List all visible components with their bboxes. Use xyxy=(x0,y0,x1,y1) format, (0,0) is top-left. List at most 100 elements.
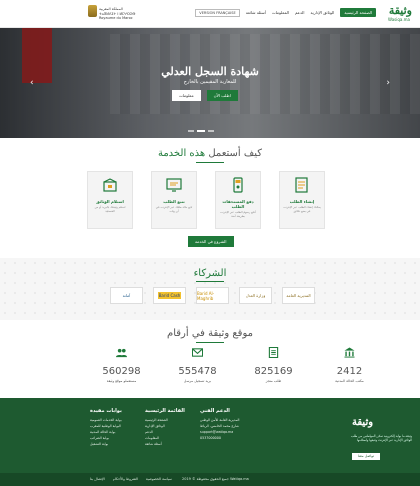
footer-bottom-links: الإتصال بنا الشروط والأحكام سياسة الخصوص… xyxy=(90,477,172,481)
partners-list: أمانة Barid Cash Barid Al-Maghrib وزارة … xyxy=(110,287,315,304)
stat-offices: 2412 مكتب الحالة المدنية xyxy=(329,347,370,383)
watiqa-logo[interactable]: وثيقة Wasiqa.ma xyxy=(382,4,412,24)
partner-name: المديرية العامة xyxy=(286,293,311,298)
title-underline xyxy=(196,162,224,163)
stat-mail: 555478 بريد تسجيل مرسل xyxy=(177,347,218,383)
partner-name: وزارة العدل xyxy=(245,293,266,298)
info-button[interactable]: معلومات xyxy=(172,90,201,101)
site-footer: وثيقة وثيقة.ما بوابة إلكترونية تمكن المو… xyxy=(0,398,420,486)
site-header: وثيقة Wasiqa.ma الصفحة الرئيسية الوثائق … xyxy=(0,0,420,28)
footer-bottom-link[interactable]: الإتصال بنا xyxy=(90,477,105,481)
how-title-accent: هذه الخدمة xyxy=(157,148,209,159)
footer-link[interactable]: بوابة التشغيل xyxy=(90,441,122,447)
nav-item-support[interactable]: الدعم xyxy=(295,10,304,15)
footer-col-title: القائمة الرئيسية xyxy=(145,408,185,414)
step-card-track: تتبع الطلب تابع حالة طلبك عبر الإنترنت ف… xyxy=(151,171,197,229)
logo-sub: Wasiqa.ma xyxy=(388,17,410,22)
stat-label: بريد تسجيل مرسل xyxy=(183,379,212,383)
stat-number: 2412 xyxy=(336,366,363,377)
stats-list: 560298 مستعملو موقع وثيقة 555478 بريد تس… xyxy=(101,346,370,383)
step-title: استلام الوثائق xyxy=(96,199,124,204)
next-arrow-icon[interactable]: › xyxy=(386,78,390,88)
footer-bottom-link[interactable]: الشروط والأحكام xyxy=(113,477,138,481)
step-desc: استلم وثيقتك بالبريد أو من القنصلية xyxy=(94,205,126,213)
nav-item-info[interactable]: المعلومات xyxy=(272,10,289,15)
step-title: دفع المستحقات الطلب xyxy=(222,199,254,209)
nav-item-faq[interactable]: أسئلة شائعة xyxy=(246,10,266,15)
stats-title-text: موقع وثيقة في أرقام xyxy=(167,328,253,339)
title-underline xyxy=(196,342,224,343)
contact-button[interactable]: تواصل معنا xyxy=(352,453,380,460)
footer-description: وثيقة.ما بوابة إلكترونية تمكن المواطنين … xyxy=(350,434,412,442)
step-desc: تابع حالة طلبك عبر الإنترنت في أي وقت xyxy=(155,205,193,213)
stat-requests: 825169 طلب منجز xyxy=(253,346,294,383)
partner-logo[interactable]: وزارة العدل xyxy=(239,287,272,304)
step-title: إنشاء الطلب xyxy=(289,199,315,204)
stat-label: طلب منجز xyxy=(265,379,282,383)
steps-list: استلام الوثائق استلم وثيقتك بالبريد أو م… xyxy=(87,171,325,229)
logo-mark: وثيقة xyxy=(388,4,412,17)
footer-col-title: الدعم الفني xyxy=(200,408,230,414)
language-button[interactable]: VERSION FRANÇAISE xyxy=(195,8,240,17)
nav-item-home[interactable]: الصفحة الرئيسية xyxy=(340,8,376,17)
partner-name: Barid Cash xyxy=(157,292,182,299)
partner-name: أمانة xyxy=(122,293,131,298)
partners-title: الشركاء xyxy=(0,268,420,279)
partner-logo[interactable]: المديرية العامة xyxy=(282,287,315,304)
step-desc: أدفع رسوم الطلب عبر الإنترنت بطريقة آمنة xyxy=(220,210,256,218)
footer-bottom-bar: الإتصال بنا الشروط والأحكام سياسة الخصوص… xyxy=(0,473,420,486)
footer-col-title: بوابات مفيدة xyxy=(90,408,122,414)
stats-title: موقع وثيقة في أرقام xyxy=(0,328,420,339)
step-card-receive: استلام الوثائق استلم وثيقتك بالبريد أو م… xyxy=(87,171,133,229)
stat-number: 555478 xyxy=(178,366,217,377)
hero-slider: شهادة السجل العدلي للمغاربة المقيمين بال… xyxy=(0,28,420,138)
title-underline xyxy=(196,281,224,282)
partner-logo[interactable]: أمانة xyxy=(110,287,143,304)
government-text: المملكة المغربية ⵜⴰⴳⵍⴷⵉⵜ ⵏ ⵍⵎⵖⵔⵉⴱ Royaum… xyxy=(99,7,135,21)
box-icon xyxy=(103,178,117,192)
payment-terminal-icon xyxy=(233,177,243,193)
hero-buttons: معلومات اطلب الآن xyxy=(172,90,238,101)
slider-dot-active[interactable] xyxy=(197,130,205,132)
hero-title: شهادة السجل العدلي xyxy=(161,65,259,78)
partner-name: Barid Al-Maghrib xyxy=(197,290,215,301)
building-icon xyxy=(344,347,355,358)
slider-dot[interactable] xyxy=(188,130,194,132)
royal-emblem-icon xyxy=(88,5,97,17)
form-icon xyxy=(295,177,308,193)
gov-line-3: Royaume du Maroc xyxy=(99,16,133,20)
step-title: تتبع الطلب xyxy=(163,199,185,204)
how-title-plain: كيف أستعمل xyxy=(208,148,263,159)
footer-logo: وثيقة xyxy=(352,410,380,432)
step-card-pay: دفع المستحقات الطلب أدفع رسوم الطلب عبر … xyxy=(215,171,261,229)
footer-logo-mark: وثيقة xyxy=(352,417,374,428)
stat-users: 560298 مستعملو موقع وثيقة xyxy=(101,347,142,383)
footer-bottom-link[interactable]: سياسة الخصوصية xyxy=(146,477,172,481)
slider-dot[interactable] xyxy=(208,130,214,132)
main-nav: الصفحة الرئيسية الوثائق الإدارية الدعم ا… xyxy=(195,8,376,17)
footer-portals-col: بوابات مفيدة بوابة الخدمات العمومية البو… xyxy=(90,408,122,447)
nav-item-documents[interactable]: الوثائق الإدارية xyxy=(310,10,334,15)
partners-title-text: الشركاء xyxy=(193,268,227,279)
step-card-create: إنشاء الطلب يمكنك إنشاء الطلب عبر الإنتر… xyxy=(279,171,325,229)
step-desc: يمكنك إنشاء الطلب عبر الإنترنت في بضع دق… xyxy=(283,205,321,213)
stat-label: مستعملو موقع وثيقة xyxy=(106,379,137,383)
partner-logo[interactable]: Barid Cash xyxy=(153,287,186,304)
hero-subtitle: للمغاربة المقيمين بالخارج xyxy=(183,79,237,85)
stat-label: مكتب الحالة المدنية xyxy=(335,379,364,383)
partner-logo[interactable]: Barid Al-Maghrib xyxy=(196,287,229,304)
footer-phone[interactable]: 0537000000 xyxy=(200,435,239,441)
request-now-button[interactable]: اطلب الآن xyxy=(206,90,238,101)
stat-number: 825169 xyxy=(254,366,293,377)
footer-link[interactable]: أسئلة شائعة xyxy=(145,441,185,447)
footer-menu-col: القائمة الرئيسية الصفحة الرئيسية الوثائق… xyxy=(145,408,185,447)
government-logo: المملكة المغربية ⵜⴰⴳⵍⴷⵉⵜ ⵏ ⵍⵎⵖⵔⵉⴱ Royaum… xyxy=(88,3,135,25)
start-service-button[interactable]: الشروع في الخدمة xyxy=(188,236,234,247)
how-section-title: كيف أستعمل هذه الخدمة xyxy=(0,148,420,159)
prev-arrow-icon[interactable]: ‹ xyxy=(30,78,34,88)
footer-contact-col: الدعم الفني المديرية العامة للأمن الوطني… xyxy=(200,408,239,441)
stat-number: 560298 xyxy=(102,366,141,377)
users-icon xyxy=(116,348,127,358)
copyright: جميع الحقوق محفوظة © 2019 Watiqa.ma xyxy=(182,477,249,481)
document-icon xyxy=(268,346,279,359)
